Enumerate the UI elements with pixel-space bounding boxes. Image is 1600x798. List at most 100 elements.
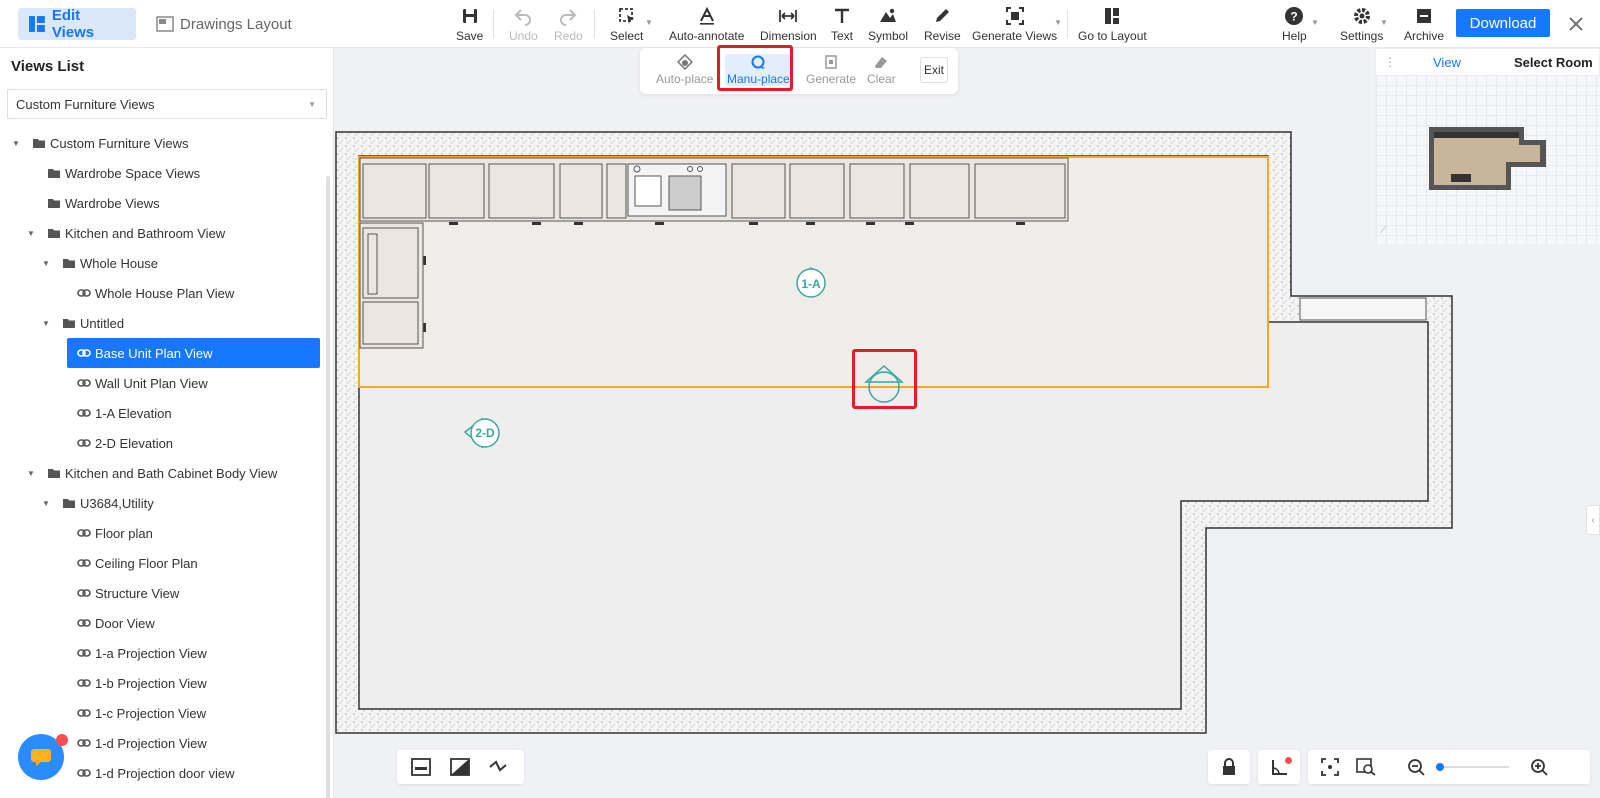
- tree-view-item[interactable]: Floor plan: [0, 518, 334, 548]
- tree-view-item[interactable]: 1-c Projection View: [0, 698, 334, 728]
- tree-item-label: Whole House Plan View: [95, 285, 235, 301]
- minimap-view[interactable]: [1376, 75, 1600, 244]
- fit-view-icon[interactable]: [1321, 758, 1339, 776]
- marker-1a-label[interactable]: 1-A: [798, 277, 824, 291]
- generate-views-dropdown-icon[interactable]: ▼: [1054, 18, 1062, 27]
- marker-2d-label[interactable]: 2-D: [472, 426, 498, 440]
- tree-item-label: 1-c Projection View: [95, 705, 207, 721]
- manu-place-highlight: [717, 45, 793, 91]
- tree-folder[interactable]: Wardrobe Space Views: [0, 158, 334, 188]
- chat-button[interactable]: [18, 734, 68, 780]
- go-to-layout-label: Go to Layout: [1078, 29, 1147, 43]
- plan-view-icon[interactable]: [411, 758, 431, 776]
- shading-icon[interactable]: [450, 758, 470, 776]
- expand-arrow-icon[interactable]: ▼: [42, 259, 50, 268]
- settings-button[interactable]: Settings: [1340, 6, 1383, 43]
- tab-drawings-layout[interactable]: Drawings Layout: [146, 8, 302, 40]
- tree-folder[interactable]: ▼ Kitchen and Bathroom View: [0, 218, 334, 248]
- save-icon: [462, 9, 477, 23]
- redo-label: Redo: [554, 29, 583, 43]
- symbol-button[interactable]: Symbol: [868, 6, 908, 43]
- close-button[interactable]: [1560, 9, 1592, 39]
- undo-button[interactable]: Undo: [509, 6, 538, 43]
- clear-button[interactable]: Clear: [867, 54, 896, 86]
- redo-icon: [560, 9, 577, 26]
- expand-arrow-icon[interactable]: ▼: [42, 319, 50, 328]
- link-icon: [77, 289, 91, 297]
- tree-view-item[interactable]: Wall Unit Plan View: [0, 368, 334, 398]
- save-button[interactable]: Save: [456, 6, 483, 43]
- archive-icon: [1417, 9, 1431, 23]
- tree-folder[interactable]: ▼ Custom Furniture Views: [0, 128, 334, 158]
- link-icon: [77, 529, 91, 537]
- expand-arrow-icon[interactable]: ▼: [27, 229, 35, 238]
- right-panel-toggle[interactable]: ‹: [1586, 505, 1600, 535]
- tree-folder[interactable]: ▼ Untitled: [0, 308, 334, 338]
- expand-arrow-icon[interactable]: ▼: [42, 499, 50, 508]
- zoom-area-icon[interactable]: [1356, 758, 1376, 776]
- resize-handle-icon[interactable]: ⟋: [1380, 225, 1387, 236]
- tree-view-item[interactable]: Base Unit Plan View: [0, 338, 334, 368]
- select-icon: [618, 8, 634, 24]
- generate-button[interactable]: Generate: [806, 54, 856, 86]
- folder-icon: [63, 499, 75, 508]
- download-button[interactable]: Download: [1456, 9, 1550, 37]
- auto-annotate-button[interactable]: Auto-annotate: [669, 6, 744, 43]
- dimension-button[interactable]: Dimension: [760, 6, 817, 43]
- lock-button[interactable]: [1208, 750, 1250, 784]
- select-dropdown-icon[interactable]: ▼: [645, 18, 653, 27]
- tab-view[interactable]: View: [1433, 55, 1461, 70]
- symbol-icon: [880, 8, 896, 22]
- tree-view-item[interactable]: Ceiling Floor Plan: [0, 548, 334, 578]
- zoom-slider[interactable]: [1436, 763, 1509, 771]
- tree-view-item[interactable]: 1-b Projection View: [0, 668, 334, 698]
- redo-button[interactable]: Redo: [554, 6, 583, 43]
- drag-handle-icon[interactable]: ⋮: [1384, 55, 1396, 69]
- tree-view-item[interactable]: 2-D Elevation: [0, 428, 334, 458]
- tree-item-label: Kitchen and Bath Cabinet Body View: [65, 465, 278, 481]
- zoom-out-icon[interactable]: [1407, 758, 1425, 776]
- link-icon: [77, 439, 91, 447]
- measure-icon[interactable]: [488, 758, 508, 776]
- minimap-floorplan: [1429, 127, 1546, 190]
- views-filter-select[interactable]: Custom Furniture Views ▼: [7, 89, 327, 119]
- canvas-controls: [1208, 750, 1598, 784]
- snap-button[interactable]: [1258, 750, 1300, 784]
- link-icon: [77, 679, 91, 687]
- select-button[interactable]: Select: [610, 6, 643, 43]
- tree-view-item[interactable]: Door View: [0, 608, 334, 638]
- expand-arrow-icon[interactable]: ▼: [12, 139, 20, 148]
- archive-label: Archive: [1404, 29, 1445, 43]
- tree-folder[interactable]: ▼ Whole House: [0, 248, 334, 278]
- zoom-slider-thumb[interactable]: [1436, 763, 1444, 771]
- help-dropdown-icon[interactable]: ▼: [1311, 18, 1319, 27]
- tree-view-item[interactable]: Whole House Plan View: [0, 278, 334, 308]
- tab-edit-views[interactable]: Edit Views: [18, 7, 136, 41]
- generate-label: Generate: [806, 72, 857, 86]
- text-button[interactable]: Text: [831, 6, 853, 43]
- tree-item-label: Untitled: [80, 315, 125, 331]
- generate-views-icon: [1005, 7, 1024, 25]
- archive-button[interactable]: Archive: [1404, 6, 1444, 43]
- go-to-layout-button[interactable]: Go to Layout: [1078, 6, 1147, 43]
- tree-item-label: Wall Unit Plan View: [95, 375, 208, 391]
- help-button[interactable]: ? Help: [1282, 6, 1307, 43]
- tab-select-room[interactable]: Select Room: [1514, 55, 1593, 70]
- link-icon: [77, 739, 91, 747]
- folder-icon: [63, 319, 75, 328]
- auto-place-button[interactable]: Auto-place: [656, 54, 713, 86]
- tree-view-item[interactable]: Structure View: [0, 578, 334, 608]
- tree-folder[interactable]: ▼ U3684,Utility: [0, 488, 334, 518]
- settings-dropdown-icon[interactable]: ▼: [1380, 18, 1388, 27]
- revise-button[interactable]: Revise: [924, 6, 961, 43]
- exit-button[interactable]: Exit: [920, 57, 948, 83]
- zoom-in-icon[interactable]: [1530, 758, 1548, 776]
- generate-views-button[interactable]: Generate Views: [972, 6, 1057, 43]
- tree-view-item[interactable]: 1-A Elevation: [0, 398, 334, 428]
- tree-folder[interactable]: ▼ Kitchen and Bath Cabinet Body View: [0, 458, 334, 488]
- tree-view-item[interactable]: 1-a Projection View: [0, 638, 334, 668]
- expand-arrow-icon[interactable]: ▼: [27, 469, 35, 478]
- tree-folder[interactable]: Wardrobe Views: [0, 188, 334, 218]
- folder-icon: [48, 169, 60, 178]
- scrollbar[interactable]: [326, 176, 330, 798]
